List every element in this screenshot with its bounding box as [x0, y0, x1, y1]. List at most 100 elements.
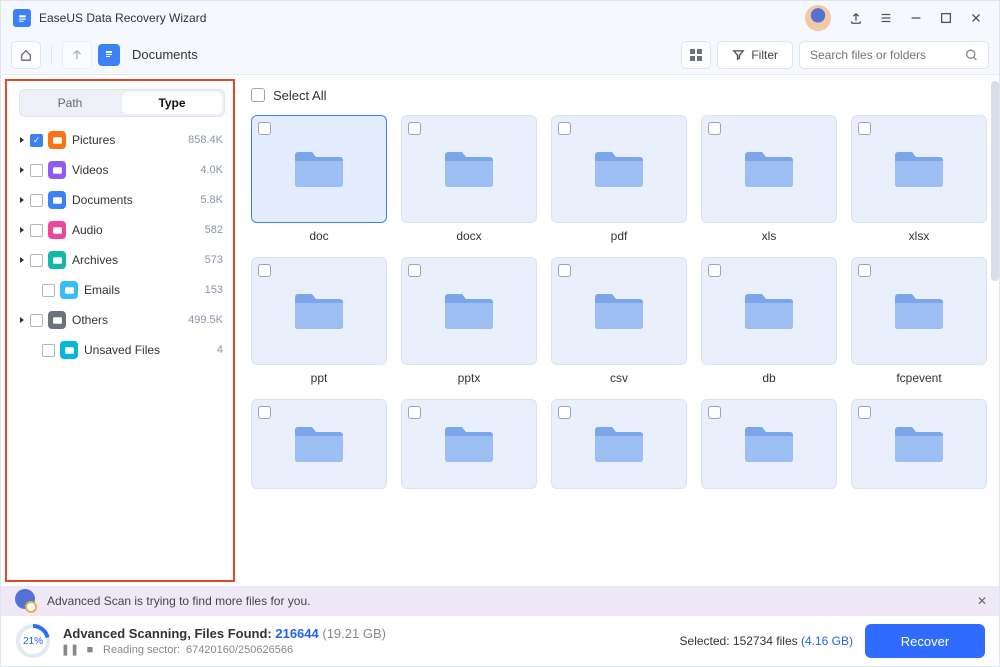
- category-icon: [48, 251, 66, 269]
- folder-checkbox[interactable]: [258, 264, 271, 277]
- folder-card-db[interactable]: db: [701, 257, 837, 385]
- folder-card-docx[interactable]: docx: [401, 115, 537, 243]
- folder-checkbox[interactable]: [408, 264, 421, 277]
- checkbox[interactable]: [30, 254, 43, 267]
- sidebar-item-videos[interactable]: Videos 4.0K: [11, 155, 233, 185]
- sidebar-item-label: Pictures: [72, 133, 188, 147]
- sidebar-item-unsaved-files[interactable]: Unsaved Files 4: [11, 335, 233, 365]
- progress-percent: 21%: [15, 623, 51, 659]
- title-bar: EaseUS Data Recovery Wizard: [1, 1, 999, 35]
- folder-card-pdf[interactable]: pdf: [551, 115, 687, 243]
- search-box[interactable]: [799, 41, 989, 69]
- checkbox[interactable]: [30, 164, 43, 177]
- filter-label: Filter: [751, 48, 778, 62]
- sidebar-item-count: 153: [205, 284, 223, 296]
- scrollbar[interactable]: [991, 81, 999, 281]
- checkbox[interactable]: [42, 344, 55, 357]
- folder-checkbox[interactable]: [408, 122, 421, 135]
- checkbox[interactable]: [42, 284, 55, 297]
- sidebar-item-count: 5.8K: [200, 194, 223, 206]
- folder-checkbox[interactable]: [708, 122, 721, 135]
- category-icon: [48, 161, 66, 179]
- sidebar-item-count: 499.5K: [188, 314, 223, 326]
- folder-checkbox[interactable]: [708, 264, 721, 277]
- divider: [51, 45, 52, 65]
- sidebar-item-label: Archives: [72, 253, 205, 267]
- sidebar-tabs: Path Type: [19, 89, 225, 117]
- home-button[interactable]: [11, 41, 41, 69]
- folder-checkbox[interactable]: [858, 264, 871, 277]
- checkbox[interactable]: [30, 224, 43, 237]
- checkbox[interactable]: [30, 134, 43, 147]
- checkbox[interactable]: [30, 194, 43, 207]
- sector-value: 67420160/250626566: [186, 644, 293, 656]
- folder-checkbox[interactable]: [558, 122, 571, 135]
- recover-button[interactable]: Recover: [865, 624, 985, 658]
- toolbar: Documents Filter: [1, 35, 999, 75]
- folder-card-[interactable]: [401, 399, 537, 489]
- folder-card-[interactable]: [251, 399, 387, 489]
- sidebar-item-others[interactable]: Others 499.5K: [11, 305, 233, 335]
- category-icon: [48, 311, 66, 329]
- folder-checkbox[interactable]: [258, 122, 271, 135]
- sidebar-item-label: Others: [72, 313, 188, 327]
- folder-card-fcpevent[interactable]: fcpevent: [851, 257, 987, 385]
- sector-label: Reading sector:: [103, 644, 180, 656]
- folder-card-doc[interactable]: doc: [251, 115, 387, 243]
- up-button[interactable]: [62, 41, 92, 69]
- tab-path[interactable]: Path: [20, 90, 120, 116]
- folder-checkbox[interactable]: [858, 406, 871, 419]
- category-icon: [60, 341, 78, 359]
- sidebar-item-documents[interactable]: Documents 5.8K: [11, 185, 233, 215]
- folder-card-[interactable]: [851, 399, 987, 489]
- folder-checkbox[interactable]: [858, 122, 871, 135]
- folder-card-[interactable]: [551, 399, 687, 489]
- category-icon: [48, 131, 66, 149]
- minimize-button[interactable]: [901, 5, 931, 31]
- pause-button[interactable]: ❚❚: [63, 643, 77, 657]
- folder-name: xlsx: [909, 229, 930, 243]
- filter-icon: [732, 48, 745, 61]
- sidebar-item-emails[interactable]: Emails 153: [11, 275, 233, 305]
- sidebar-item-label: Videos: [72, 163, 200, 177]
- sidebar: Path Type Pictures 858.4K Videos 4.0K Do…: [5, 79, 235, 582]
- folder-checkbox[interactable]: [408, 406, 421, 419]
- select-all-label: Select All: [273, 88, 326, 103]
- folder-checkbox[interactable]: [258, 406, 271, 419]
- sidebar-item-audio[interactable]: Audio 582: [11, 215, 233, 245]
- select-all[interactable]: Select All: [251, 83, 983, 107]
- folder-name: pptx: [458, 371, 481, 385]
- folder-card-[interactable]: [701, 399, 837, 489]
- grid-view-button[interactable]: [681, 41, 711, 69]
- checkbox[interactable]: [30, 314, 43, 327]
- share-button[interactable]: [841, 5, 871, 31]
- folder-card-xlsx[interactable]: xlsx: [851, 115, 987, 243]
- breadcrumb[interactable]: Documents: [132, 47, 198, 62]
- folder-card-pptx[interactable]: pptx: [401, 257, 537, 385]
- folder-grid-2: ppt pptx csvdb fcpevent: [251, 257, 983, 385]
- sidebar-item-count: 858.4K: [188, 134, 223, 146]
- notice-close-icon[interactable]: ✕: [977, 594, 987, 608]
- sidebar-item-pictures[interactable]: Pictures 858.4K: [11, 125, 233, 155]
- folder-name: fcpevent: [896, 371, 941, 385]
- folder-checkbox[interactable]: [558, 406, 571, 419]
- search-input[interactable]: [810, 48, 965, 62]
- filter-button[interactable]: Filter: [717, 41, 793, 69]
- select-all-checkbox[interactable]: [251, 88, 265, 102]
- folder-checkbox[interactable]: [558, 264, 571, 277]
- folder-card-xls[interactable]: xls: [701, 115, 837, 243]
- search-icon: [965, 48, 978, 62]
- tab-type[interactable]: Type: [122, 92, 222, 114]
- folder-grid: docdocxpdfxls xlsx: [251, 115, 983, 243]
- stop-button[interactable]: ■: [83, 643, 97, 657]
- sidebar-item-count: 4.0K: [200, 164, 223, 176]
- sidebar-item-archives[interactable]: Archives 573: [11, 245, 233, 275]
- mascot-avatar[interactable]: [805, 5, 831, 31]
- menu-button[interactable]: [871, 5, 901, 31]
- folder-card-ppt[interactable]: ppt: [251, 257, 387, 385]
- scan-notice: Advanced Scan is trying to find more fil…: [1, 586, 999, 616]
- folder-checkbox[interactable]: [708, 406, 721, 419]
- maximize-button[interactable]: [931, 5, 961, 31]
- close-button[interactable]: [961, 5, 991, 31]
- folder-card-csv[interactable]: csv: [551, 257, 687, 385]
